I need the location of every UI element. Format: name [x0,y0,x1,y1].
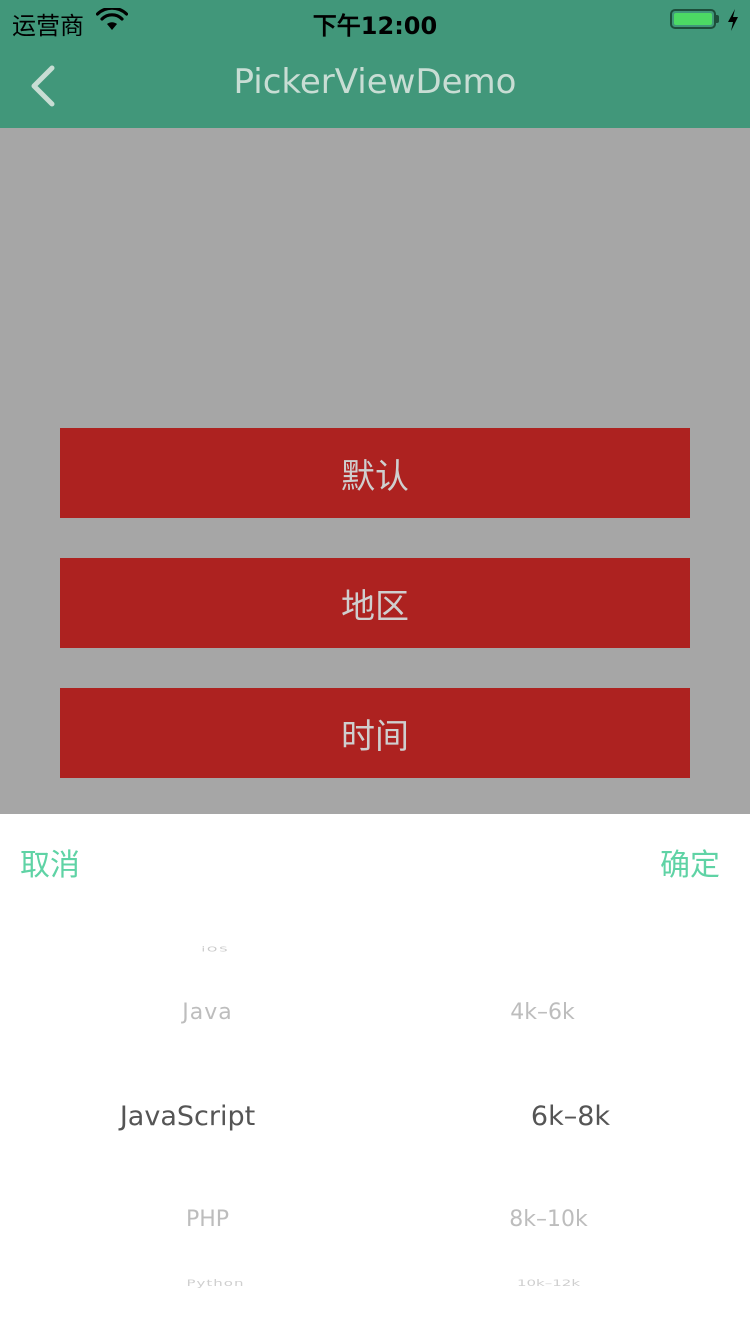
picker-item-selected[interactable]: JavaScript [0,1101,375,1132]
confirm-button[interactable]: 确定 [660,840,720,884]
language-picker-column[interactable]: iOS Java JavaScript PHP Python [0,914,375,1314]
region-picker-button[interactable]: 地区 [60,558,690,648]
time-picker-button[interactable]: 时间 [60,688,690,778]
salary-picker-column[interactable]: 4k–6k 6k–8k 8k–10k 10k–12k [375,914,750,1314]
page-title: PickerViewDemo [233,62,517,102]
status-time: 下午12:00 [312,12,438,40]
picker-item[interactable]: 4k–6k [355,1000,730,1025]
status-bar: 运营商 下午12:00 [0,0,750,40]
cancel-button[interactable]: 取消 [20,840,80,884]
navigation-bar: PickerViewDemo [0,40,750,128]
default-picker-button[interactable]: 默认 [60,428,690,518]
battery-tip [716,15,719,23]
picker-item[interactable]: Java [20,1000,395,1025]
charging-bolt-icon [728,9,738,31]
battery-icon [670,9,716,29]
picker-sheet: 取消 确定 iOS Java JavaScript PHP Python 4k–… [0,814,750,1334]
picker-item[interactable]: iOS [28,945,403,953]
picker-item[interactable]: 10k–12k [361,1278,736,1289]
picker-item-selected[interactable]: 6k–8k [383,1101,750,1132]
default-picker-button-label: 默认 [341,456,409,497]
picker-item[interactable]: 8k–10k [361,1207,736,1232]
region-picker-button-label: 地区 [341,586,409,627]
battery-fill [674,13,712,25]
time-picker-button-label: 时间 [341,716,409,757]
picker-item[interactable]: Python [28,1278,403,1289]
picker-item[interactable]: PHP [20,1207,395,1232]
